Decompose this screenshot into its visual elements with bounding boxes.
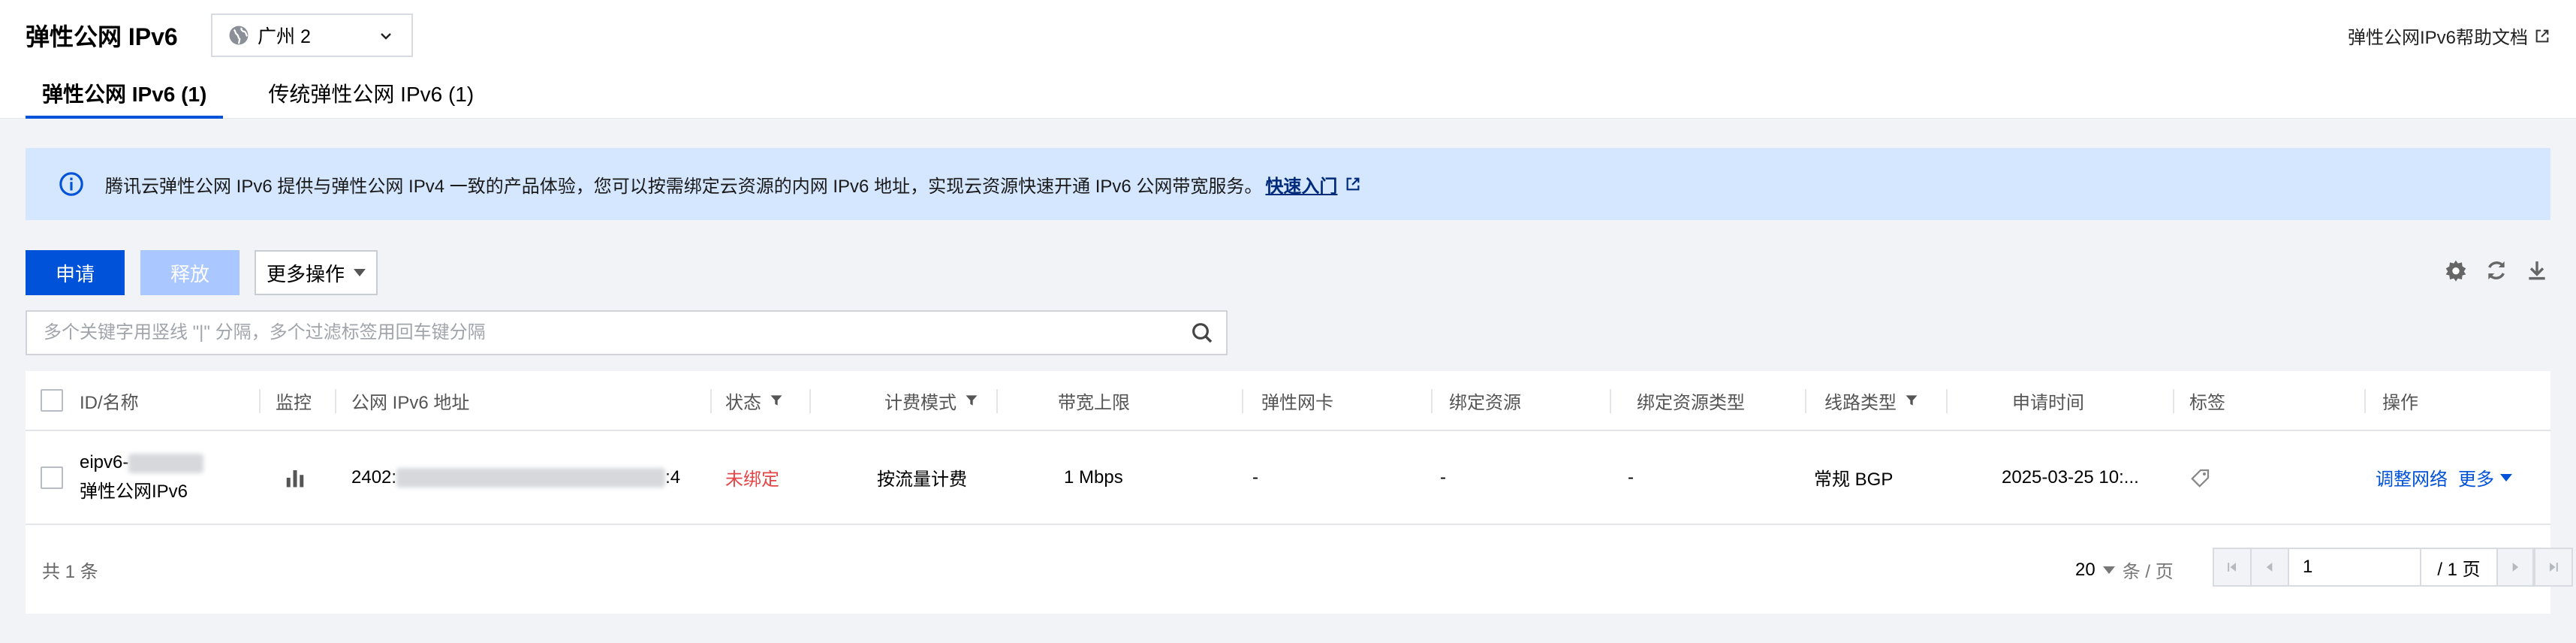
tab-legacy-eipv6[interactable]: 传统弹性公网 IPv6 (1) [252,80,490,119]
first-page-button[interactable] [2214,549,2252,585]
external-link-icon [2535,29,2549,42]
search-input[interactable] [27,312,1190,354]
more-actions-label: 更多操作 [266,262,345,285]
region-label: 广州 2 [258,26,311,47]
row-select-cell [41,431,63,524]
eipv6-table: ID/名称 监控 公网 IPv6 地址 状态 计费模式 带宽上限 弹性网卡 绑定… [26,371,2573,614]
external-link-icon [1347,177,1360,191]
caret-down-icon [2500,473,2512,481]
row-checkbox[interactable] [41,466,63,489]
chevron-right-icon [2512,563,2519,572]
tag-icon[interactable] [2189,466,2212,489]
monitor-cell [284,431,306,524]
page-header: 弹性公网 IPv6 广州 2 弹性公网IPv6帮助文档 弹性公网 IPv6 (1… [0,0,2576,119]
last-page-button[interactable] [2534,549,2571,585]
billing-cell: 按流量计费 [877,469,967,490]
chevron-down-icon [381,33,391,40]
globe-icon [229,26,249,45]
more-ops-dropdown[interactable]: 更多 [2458,464,2512,491]
tags-cell [2189,431,2212,524]
col-status: 状态 [710,371,784,430]
table-tools [2444,258,2549,282]
bound-type-cell: - [1628,466,1634,488]
first-page-icon [2228,563,2236,572]
help-doc-link[interactable]: 弹性公网IPv6帮助文档 [2348,23,2550,49]
pagination: / 1 页 [2213,548,2573,587]
col-id-name: ID/名称 [80,392,139,413]
col-eni: 弹性网卡 [1242,371,1333,430]
page-number-input[interactable] [2289,549,2421,585]
line-cell: 常规 BGP [1814,469,1894,490]
table-row: eipv6- 弹性公网IPv6 2402::4 未绑定 按流量计费 1 Mbps… [26,431,2550,525]
select-all-checkbox[interactable] [41,389,63,412]
download-icon[interactable] [2525,258,2549,282]
quick-start-link[interactable]: 快速入门 [1265,171,1337,198]
instance-id-link[interactable]: eipv6- [80,452,204,473]
release-button[interactable]: 释放 [140,250,240,295]
tab-bar: 弹性公网 IPv6 (1) 传统弹性公网 IPv6 (1) [26,80,490,119]
col-bound: 绑定资源 [1431,371,1521,430]
col-ipv6: 公网 IPv6 地址 [335,371,469,430]
id-name-cell: eipv6- 弹性公网IPv6 [80,431,204,524]
col-tags: 标签 [2173,371,2225,430]
tab-eipv6[interactable]: 弹性公网 IPv6 (1) [26,80,224,119]
total-count: 共 1 条 [42,562,98,582]
region-selector[interactable]: 广州 2 [211,14,413,57]
caret-down-icon [354,269,366,276]
chevron-left-icon [2266,563,2273,572]
next-page-button[interactable] [2496,549,2534,585]
page-total-label: / 1 页 [2437,559,2481,580]
col-bandwidth: 带宽上限 [996,371,1130,430]
bar-chart-icon[interactable] [284,466,306,489]
apply-button[interactable]: 申请 [26,250,125,295]
page-size-value: 20 [2075,559,2095,580]
col-line: 线路类型 [1805,371,1919,430]
prev-page-button[interactable] [2252,549,2289,585]
col-billing: 计费模式 [809,371,979,430]
filter-icon[interactable] [769,393,784,408]
last-page-icon [2550,563,2558,572]
page-title: 弹性公网 IPv6 [26,23,178,50]
ops-cell: 调整网络 更多 [2376,431,2512,524]
page-size-unit: 条 / 页 [2122,562,2174,582]
select-all-cell [41,371,63,430]
col-ops: 操作 [2364,371,2418,430]
search-icon[interactable] [1190,321,1214,345]
info-icon [59,172,83,196]
more-actions-dropdown[interactable]: 更多操作 [255,250,378,295]
table-footer: 共 1 条 20 条 / 页 / 1 页 [26,527,2573,614]
refresh-icon[interactable] [2484,258,2508,282]
page-size-selector[interactable]: 20 条 / 页 [2075,557,2174,583]
col-time: 申请时间 [1946,371,2084,430]
info-banner: 腾讯云弹性公网 IPv6 提供与弹性公网 IPv4 一致的产品体验，您可以按需绑… [26,148,2550,220]
ipv6-cell: 2402::4 [351,466,681,488]
bandwidth-cell: 1 Mbps [1064,466,1123,488]
time-cell: 2025-03-25 10:... [2002,466,2139,488]
filter-icon[interactable] [964,393,979,408]
gear-icon[interactable] [2444,258,2468,282]
banner-text: 腾讯云弹性公网 IPv6 提供与弹性公网 IPv4 一致的产品体验，您可以按需绑… [105,176,1263,197]
adjust-network-link[interactable]: 调整网络 [2376,464,2448,491]
table-header: ID/名称 监控 公网 IPv6 地址 状态 计费模式 带宽上限 弹性网卡 绑定… [26,371,2550,431]
filter-icon[interactable] [1904,393,1919,408]
instance-name: 弹性公网IPv6 [80,481,188,502]
search-box [26,310,1228,355]
col-bound-type: 绑定资源类型 [1610,371,1745,430]
bound-cell: - [1440,466,1446,488]
eni-cell: - [1252,466,1258,488]
status-cell: 未绑定 [725,469,779,490]
help-doc-label: 弹性公网IPv6帮助文档 [2347,28,2528,48]
col-monitor: 监控 [259,371,312,430]
caret-down-icon [2102,566,2115,574]
